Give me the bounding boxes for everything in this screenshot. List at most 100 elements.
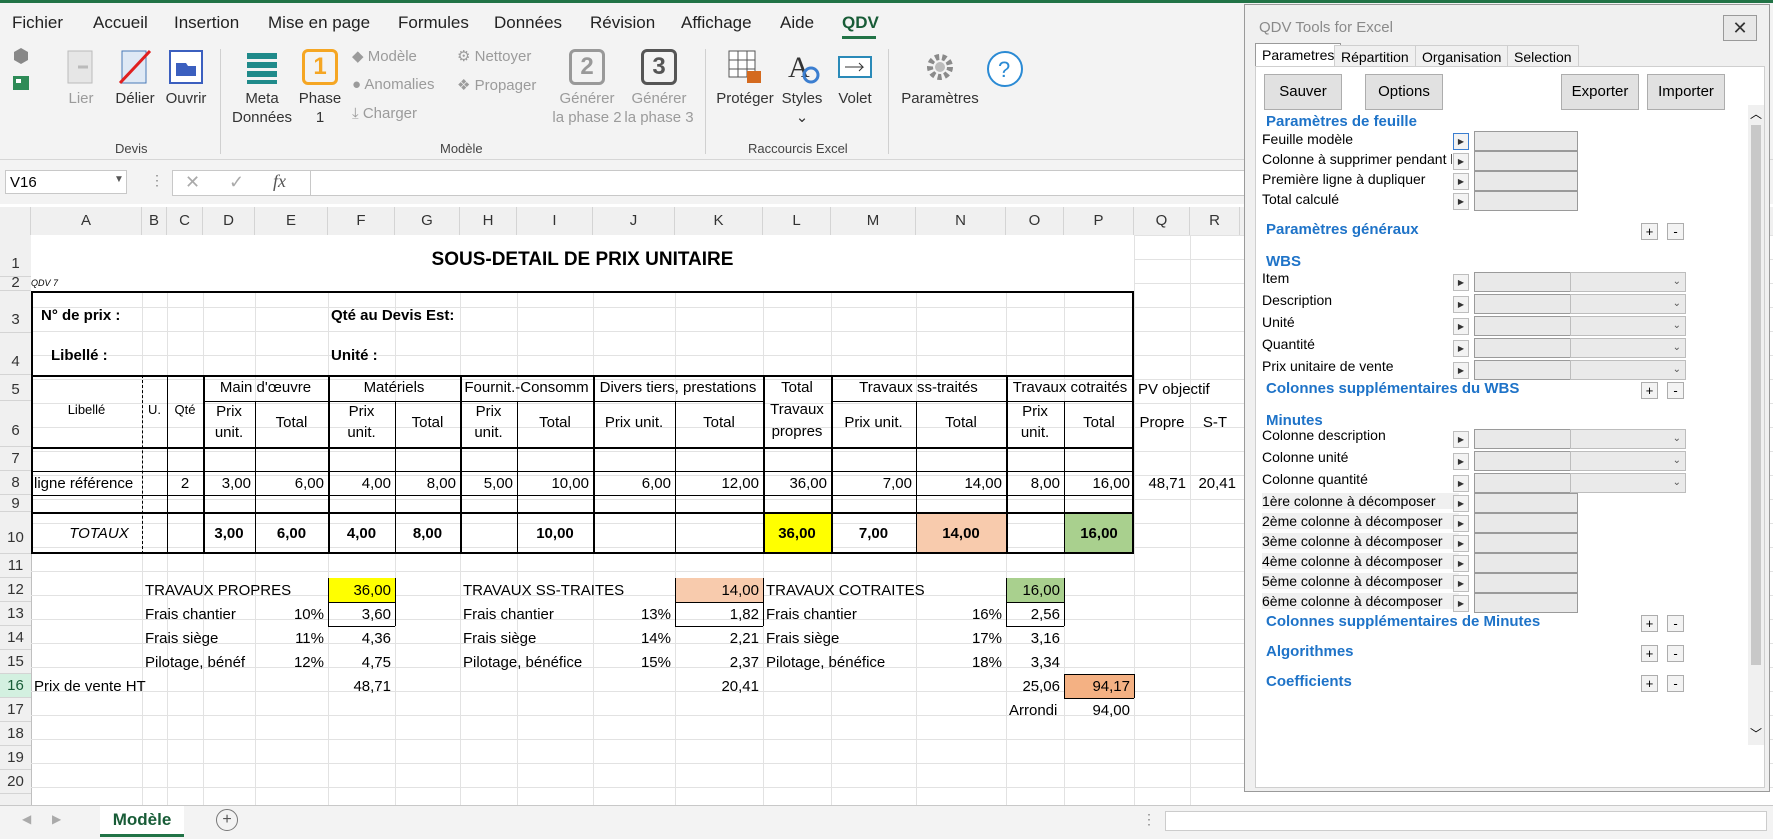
decomp-1-field[interactable] bbox=[1474, 493, 1578, 513]
row-header[interactable]: 8 bbox=[0, 471, 31, 495]
tp-pb-pct[interactable]: 12% bbox=[255, 654, 324, 671]
cancel-icon[interactable]: ✕ bbox=[185, 172, 200, 193]
colonne-supprimer-field[interactable] bbox=[1474, 151, 1578, 171]
expand-arrow[interactable]: ▶ bbox=[1453, 318, 1469, 335]
co-fs-pct[interactable]: 17% bbox=[916, 630, 1002, 647]
sheet-tab-modele[interactable]: Modèle bbox=[100, 806, 184, 837]
row-header[interactable]: 2 bbox=[0, 275, 31, 291]
row8-co-pu[interactable]: 8,00 bbox=[1006, 475, 1060, 492]
feuille-modele-field[interactable] bbox=[1474, 131, 1578, 151]
scroll-down-icon[interactable]: ﹀ bbox=[1750, 725, 1762, 742]
ss-fc-val[interactable]: 1,82 bbox=[675, 606, 759, 623]
premiere-ligne-field[interactable] bbox=[1474, 171, 1578, 191]
wbs-unite-dropdown[interactable]: ⌄ bbox=[1570, 316, 1686, 336]
importer-button[interactable]: Importer bbox=[1647, 74, 1725, 110]
column-header[interactable]: N bbox=[916, 207, 1006, 235]
row-header[interactable]: 5 bbox=[0, 375, 31, 401]
minutes-unite-field[interactable] bbox=[1474, 451, 1578, 471]
row8-qte[interactable]: 2 bbox=[167, 475, 203, 492]
expand-arrow[interactable]: ▶ bbox=[1453, 495, 1469, 512]
menu-accueil[interactable]: Accueil bbox=[93, 13, 148, 33]
column-header[interactable]: I bbox=[517, 207, 593, 235]
expand-arrow[interactable]: ▶ bbox=[1453, 555, 1469, 572]
section-wbs-sup[interactable]: Colonnes supplémentaires du WBS bbox=[1266, 380, 1519, 397]
row-header[interactable]: 7 bbox=[0, 447, 31, 471]
wbs-item-field[interactable] bbox=[1474, 272, 1578, 292]
co-pb-val[interactable]: 3,34 bbox=[1006, 654, 1060, 671]
splitter-icon[interactable]: ⋮ bbox=[1142, 811, 1156, 828]
menu-affichage[interactable]: Affichage bbox=[681, 13, 752, 33]
help-icon[interactable]: ? bbox=[985, 49, 1025, 89]
charger-button[interactable]: ⤓ Charger bbox=[352, 105, 417, 122]
row-header[interactable]: 6 bbox=[0, 401, 31, 447]
co-pv-value[interactable]: 25,06 bbox=[1006, 678, 1060, 695]
row-header[interactable]: 13 bbox=[0, 602, 31, 626]
column-header[interactable]: D bbox=[203, 207, 255, 235]
row8-mat-pu[interactable]: 4,00 bbox=[328, 475, 391, 492]
co-pb-pct[interactable]: 18% bbox=[916, 654, 1002, 671]
row-header[interactable]: 14 bbox=[0, 626, 31, 650]
cube-icon[interactable] bbox=[12, 47, 30, 65]
next-sheet-icon[interactable]: ▶ bbox=[52, 812, 61, 826]
row8-ss-total[interactable]: 14,00 bbox=[916, 475, 1002, 492]
section-feuille[interactable]: Paramètres de feuille bbox=[1266, 113, 1417, 130]
expand-plus-button[interactable]: + bbox=[1641, 615, 1658, 632]
tp-pv-value[interactable]: 48,71 bbox=[328, 678, 391, 695]
tab-repartition[interactable]: Répartition bbox=[1334, 45, 1416, 67]
minutes-quantite-field[interactable] bbox=[1474, 473, 1578, 493]
row8-mo-pu[interactable]: 3,00 bbox=[203, 475, 251, 492]
column-header[interactable]: M bbox=[831, 207, 916, 235]
row-header[interactable]: 17 bbox=[0, 698, 31, 722]
expand-arrow[interactable]: ▶ bbox=[1453, 431, 1469, 448]
expand-plus-button[interactable]: + bbox=[1641, 645, 1658, 662]
grand-total-value[interactable]: 94,17 bbox=[1064, 678, 1130, 695]
collapse-minus-button[interactable]: - bbox=[1667, 615, 1684, 632]
column-header[interactable]: C bbox=[167, 207, 203, 235]
tp-value[interactable]: 36,00 bbox=[328, 582, 391, 599]
ss-pb-val[interactable]: 2,37 bbox=[675, 654, 759, 671]
section-generaux[interactable]: Paramètres généraux bbox=[1266, 221, 1419, 238]
menu-qdv[interactable]: QDV bbox=[842, 13, 879, 33]
decomp-6-field[interactable] bbox=[1474, 593, 1578, 613]
expand-arrow[interactable]: ▶ bbox=[1453, 595, 1469, 612]
row-header[interactable]: 12 bbox=[0, 578, 31, 602]
exporter-button[interactable]: Exporter bbox=[1561, 74, 1639, 110]
row-header[interactable]: 1 bbox=[0, 235, 31, 277]
nettoyer-button[interactable]: ⚙ Nettoyer bbox=[457, 47, 531, 65]
tp-fc-pct[interactable]: 10% bbox=[255, 606, 324, 623]
function-icon[interactable]: fx bbox=[273, 171, 286, 192]
row8-divers-total[interactable]: 12,00 bbox=[675, 475, 759, 492]
wbs-item-dropdown[interactable]: ⌄ bbox=[1570, 272, 1686, 292]
lier-button[interactable]: Lier bbox=[60, 49, 102, 108]
column-header[interactable]: G bbox=[395, 207, 460, 235]
panel-scrollbar[interactable]: ︿ ﹀ bbox=[1748, 105, 1764, 745]
add-sheet-icon[interactable]: + bbox=[216, 809, 238, 831]
row-header[interactable]: 20 bbox=[0, 770, 31, 794]
expand-arrow[interactable]: ▶ bbox=[1453, 453, 1469, 470]
name-box[interactable]: V16 bbox=[5, 170, 127, 194]
arrondi-value[interactable]: 94,00 bbox=[1064, 702, 1130, 719]
co-value[interactable]: 16,00 bbox=[1006, 582, 1060, 599]
ss-value[interactable]: 14,00 bbox=[675, 582, 759, 599]
expand-arrow[interactable]: ▶ bbox=[1453, 340, 1469, 357]
decomp-2-field[interactable] bbox=[1474, 513, 1578, 533]
column-header[interactable]: R bbox=[1190, 207, 1240, 235]
co-fc-pct[interactable]: 16% bbox=[916, 606, 1002, 623]
proteger-button[interactable]: Protéger bbox=[714, 49, 776, 108]
co-fc-val[interactable]: 2,56 bbox=[1006, 606, 1060, 623]
generer-phase-2-button[interactable]: 2 Générer la phase 2 bbox=[548, 49, 626, 127]
expand-arrow[interactable]: ▶ bbox=[1453, 515, 1469, 532]
tab-selection[interactable]: Selection bbox=[1507, 45, 1579, 67]
row-header[interactable]: 9 bbox=[0, 495, 31, 512]
minutes-unite-dropdown[interactable]: ⌄ bbox=[1570, 451, 1686, 471]
total-calcule-field[interactable] bbox=[1474, 191, 1578, 211]
minutes-description-dropdown[interactable]: ⌄ bbox=[1570, 429, 1686, 449]
prev-sheet-icon[interactable]: ◀ bbox=[22, 812, 31, 826]
tab-organisation[interactable]: Organisation bbox=[1415, 45, 1509, 67]
panel-close-button[interactable]: ✕ bbox=[1723, 15, 1757, 41]
collapse-minus-button[interactable]: - bbox=[1667, 645, 1684, 662]
row-header[interactable]: 18 bbox=[0, 722, 31, 746]
expand-arrow[interactable]: ▶ bbox=[1453, 153, 1469, 170]
decomp-4-field[interactable] bbox=[1474, 553, 1578, 573]
delier-button[interactable]: Délier bbox=[112, 49, 158, 108]
